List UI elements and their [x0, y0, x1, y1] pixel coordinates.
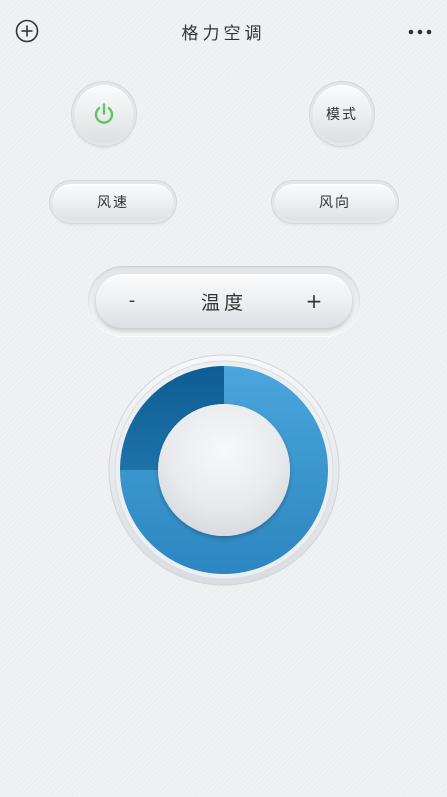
wind-direction-button[interactable]: 风向 [275, 184, 395, 220]
temperature-decrease-button[interactable]: - [118, 286, 146, 316]
mode-button[interactable]: 模式 [313, 85, 371, 143]
wind-speed-button[interactable]: 风速 [53, 184, 173, 220]
temperature-increase-button[interactable]: + [300, 286, 328, 316]
more-horizontal-icon[interactable] [407, 27, 433, 37]
header-bar: 格力空调 [0, 0, 447, 62]
power-icon [94, 103, 114, 124]
temperature-dial[interactable] [106, 352, 342, 588]
page-title: 格力空调 [181, 24, 266, 44]
wind-speed-label: 风速 [97, 195, 129, 211]
mode-button-label: 模式 [326, 107, 358, 123]
temperature-label: 温度 [200, 292, 247, 314]
power-button[interactable] [75, 85, 133, 143]
dial-knob [158, 404, 290, 536]
wind-direction-label: 风向 [319, 195, 351, 211]
